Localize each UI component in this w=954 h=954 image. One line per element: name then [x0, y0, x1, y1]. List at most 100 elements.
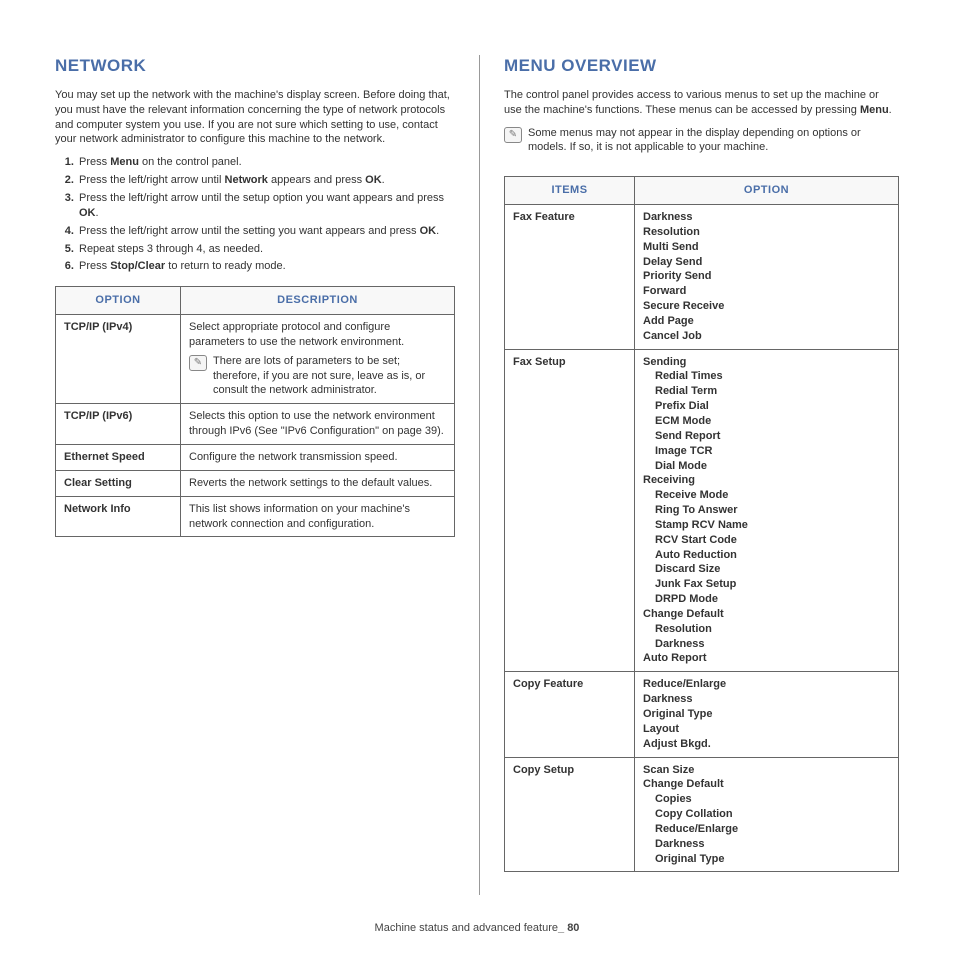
- list-item: Darkness: [643, 692, 890, 707]
- list-item: Adjust Bkgd.: [643, 737, 890, 752]
- list-item: Resolution: [655, 622, 890, 637]
- list-item: Forward: [643, 284, 890, 299]
- intro-text: The control panel provides access to var…: [504, 89, 879, 116]
- step-bold: OK: [420, 225, 437, 237]
- table-row: Copy Feature Reduce/EnlargeDarknessOrigi…: [505, 672, 899, 757]
- option-cell: Reduce/EnlargeDarknessOriginal TypeLayou…: [635, 672, 899, 757]
- network-intro: You may set up the network with the mach…: [55, 88, 455, 147]
- step-text: Press: [79, 156, 110, 168]
- footer-text: Machine status and advanced feature: [375, 922, 558, 934]
- table-row: Fax Setup SendingRedial TimesRedial Term…: [505, 349, 899, 672]
- option-cell: Ethernet Speed: [56, 444, 181, 470]
- option-cell: DarknessResolutionMulti SendDelay SendPr…: [635, 205, 899, 350]
- option-cell: TCP/IP (IPv6): [56, 404, 181, 445]
- col-items-header: Items: [505, 177, 635, 205]
- description-cell: This list shows information on your mach…: [181, 496, 455, 537]
- option-list: SendingRedial TimesRedial TermPrefix Dia…: [643, 355, 890, 667]
- table-row: Network Info This list shows information…: [56, 496, 455, 537]
- step-text: appears and press: [268, 174, 365, 186]
- list-item: Original Type: [655, 852, 890, 867]
- right-column: Menu Overview The control panel provides…: [504, 55, 899, 895]
- list-item: Original Type: [643, 707, 890, 722]
- list-item: RCV Start Code: [655, 533, 890, 548]
- step-5: Repeat steps 3 through 4, as needed.: [77, 242, 455, 257]
- list-item: Multi Send: [643, 240, 890, 255]
- option-list: DarknessResolutionMulti SendDelay SendPr…: [643, 210, 890, 344]
- table-row: TCP/IP (IPv6) Selects this option to use…: [56, 404, 455, 445]
- items-cell: Copy Setup: [505, 757, 635, 872]
- option-cell: SendingRedial TimesRedial TermPrefix Dia…: [635, 349, 899, 672]
- description-cell: Selects this option to use the network e…: [181, 404, 455, 445]
- step-text: Press the left/right arrow until the set…: [79, 192, 444, 204]
- list-item: Darkness: [643, 210, 890, 225]
- list-item: Receiving: [643, 473, 890, 488]
- list-item: Resolution: [643, 225, 890, 240]
- network-options-table: Option Description TCP/IP (IPv4) Select …: [55, 286, 455, 537]
- option-cell: Network Info: [56, 496, 181, 537]
- footer-page-number: _ 80: [558, 922, 579, 934]
- option-cell: Scan SizeChange DefaultCopiesCopy Collat…: [635, 757, 899, 872]
- list-item: Image TCR: [655, 444, 890, 459]
- inline-note: ✎ There are lots of parameters to be set…: [189, 354, 446, 399]
- step-bold: Network: [225, 174, 268, 186]
- note-text: There are lots of parameters to be set; …: [213, 354, 446, 399]
- menu-note: ✎ Some menus may not appear in the displ…: [504, 126, 899, 156]
- description-cell: Select appropriate protocol and configur…: [181, 315, 455, 404]
- col-description-header: Description: [181, 287, 455, 315]
- desc-text: Select appropriate protocol and configur…: [189, 320, 446, 350]
- list-item: Darkness: [655, 637, 890, 652]
- list-item: Sending: [643, 355, 890, 370]
- list-item: Change Default: [643, 607, 890, 622]
- step-bold: Stop/Clear: [110, 260, 165, 272]
- list-item: Change Default: [643, 777, 890, 792]
- table-header-row: Items Option: [505, 177, 899, 205]
- list-item: Reduce/Enlarge: [655, 822, 890, 837]
- list-item: Prefix Dial: [655, 399, 890, 414]
- list-item: Discard Size: [655, 562, 890, 577]
- step-text: .: [96, 207, 99, 219]
- items-cell: Fax Setup: [505, 349, 635, 672]
- step-text: on the control panel.: [139, 156, 242, 168]
- table-row: Fax Feature DarknessResolutionMulti Send…: [505, 205, 899, 350]
- list-item: Darkness: [655, 837, 890, 852]
- step-3: Press the left/right arrow until the set…: [77, 191, 455, 221]
- page-footer: Machine status and advanced feature_ 80: [0, 921, 954, 936]
- step-text: to return to ready mode.: [165, 260, 285, 272]
- table-row: Clear Setting Reverts the network settin…: [56, 470, 455, 496]
- list-item: Copies: [655, 792, 890, 807]
- option-list: Reduce/EnlargeDarknessOriginal TypeLayou…: [643, 677, 890, 751]
- col-option-header: Option: [635, 177, 899, 205]
- step-2: Press the left/right arrow until Network…: [77, 173, 455, 188]
- column-divider: [479, 55, 480, 895]
- left-column: Network You may set up the network with …: [55, 55, 455, 895]
- list-item: Ring To Answer: [655, 503, 890, 518]
- list-item: Auto Reduction: [655, 548, 890, 563]
- intro-bold: Menu: [860, 104, 889, 116]
- step-text: .: [436, 225, 439, 237]
- note-icon: ✎: [189, 355, 207, 371]
- list-item: Cancel Job: [643, 329, 890, 344]
- list-item: Receive Mode: [655, 488, 890, 503]
- col-option-header: Option: [56, 287, 181, 315]
- list-item: Stamp RCV Name: [655, 518, 890, 533]
- description-cell: Reverts the network settings to the defa…: [181, 470, 455, 496]
- list-item: Reduce/Enlarge: [643, 677, 890, 692]
- option-list: Scan SizeChange DefaultCopiesCopy Collat…: [643, 763, 890, 867]
- table-row: Ethernet Speed Configure the network tra…: [56, 444, 455, 470]
- list-item: Add Page: [643, 314, 890, 329]
- step-6: Press Stop/Clear to return to ready mode…: [77, 259, 455, 274]
- list-item: Send Report: [655, 429, 890, 444]
- menu-intro: The control panel provides access to var…: [504, 88, 899, 118]
- option-cell: Clear Setting: [56, 470, 181, 496]
- table-header-row: Option Description: [56, 287, 455, 315]
- description-cell: Configure the network transmission speed…: [181, 444, 455, 470]
- items-cell: Copy Feature: [505, 672, 635, 757]
- list-item: Scan Size: [643, 763, 890, 778]
- step-bold: Menu: [110, 156, 139, 168]
- list-item: Secure Receive: [643, 299, 890, 314]
- menu-overview-table: Items Option Fax Feature DarknessResolut…: [504, 176, 899, 872]
- menu-overview-heading: Menu Overview: [504, 55, 899, 78]
- list-item: Redial Times: [655, 369, 890, 384]
- note-icon: ✎: [504, 127, 522, 143]
- list-item: Layout: [643, 722, 890, 737]
